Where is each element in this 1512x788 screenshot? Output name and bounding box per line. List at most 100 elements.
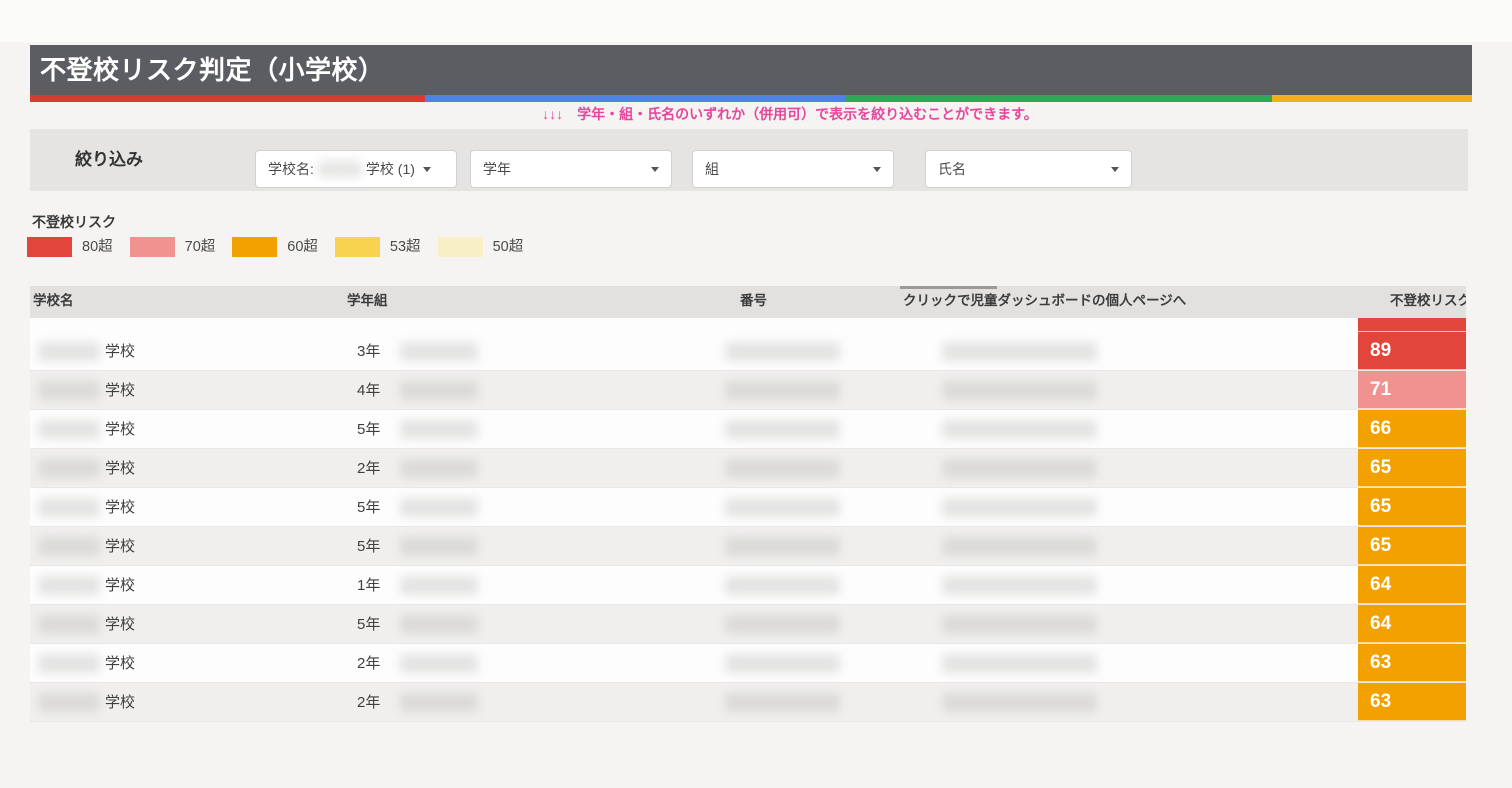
partial-scrolled-row xyxy=(30,318,1466,332)
school-cell: 学校 xyxy=(105,410,135,449)
redacted-text xyxy=(38,498,100,517)
redacted-text xyxy=(725,420,840,439)
legend-label: 60超 xyxy=(287,237,318,257)
filter-hint-text: ↓↓↓ 学年・組・氏名のいずれか（併用可）で表示を絞り込むことができます。 xyxy=(100,104,1480,124)
redacted-text xyxy=(38,654,100,673)
legend-label: 50超 xyxy=(493,237,524,257)
legend-swatch-red xyxy=(27,237,72,257)
chevron-down-icon xyxy=(1111,167,1119,172)
school-cell: 学校 xyxy=(105,566,135,605)
table-row[interactable]: 学校 1年 64 xyxy=(30,566,1466,605)
header-risk: 不登校リスク xyxy=(1390,286,1466,316)
table-row[interactable]: 学校 2年 65 xyxy=(30,449,1466,488)
redacted-text xyxy=(400,420,478,439)
redacted-text xyxy=(38,537,100,556)
stripe-segment-green xyxy=(845,95,1272,102)
redacted-text xyxy=(38,420,100,439)
redacted-text xyxy=(400,498,478,517)
stripe-segment-blue xyxy=(425,95,845,102)
risk-score-cell xyxy=(1358,318,1466,332)
grade-cell: 3年 xyxy=(357,332,380,371)
legend-item: 53超 xyxy=(335,237,421,257)
redacted-text xyxy=(38,693,100,712)
legend-title: 不登校リスク xyxy=(32,212,116,232)
grade-cell: 2年 xyxy=(357,683,380,722)
table-row[interactable]: 学校 5年 65 xyxy=(30,488,1466,527)
legend-item: 80超 xyxy=(27,237,113,257)
risk-score-cell: 71 xyxy=(1358,371,1466,409)
school-cell: 学校 xyxy=(105,527,135,566)
redacted-text xyxy=(725,498,840,517)
redacted-text xyxy=(942,693,1097,712)
redacted-text xyxy=(400,654,478,673)
table-row[interactable]: 学校 5年 66 xyxy=(30,410,1466,449)
header-dashboard-link: クリックで児童ダッシュボードの個人ページへ xyxy=(903,286,1186,316)
table-row[interactable]: 学校 4年 71 xyxy=(30,371,1466,410)
redacted-text xyxy=(725,654,840,673)
legend-swatch-cream xyxy=(438,237,483,257)
chevron-down-icon xyxy=(423,167,431,172)
redacted-text xyxy=(725,459,840,478)
grade-dropdown[interactable]: 学年 xyxy=(470,150,672,188)
risk-score-cell: 63 xyxy=(1358,644,1466,682)
header-grade-class: 学年組 xyxy=(347,286,388,316)
table-row[interactable]: 学校 5年 65 xyxy=(30,527,1466,566)
table-row[interactable]: 学校 5年 64 xyxy=(30,605,1466,644)
page-title: 不登校リスク判定（小学校） xyxy=(30,45,1472,95)
redacted-text xyxy=(942,498,1097,517)
stripe-segment-yellow xyxy=(1272,95,1472,102)
legend-label: 70超 xyxy=(185,237,216,257)
redacted-text xyxy=(942,420,1097,439)
legend-label: 53超 xyxy=(390,237,421,257)
redacted-school-name xyxy=(318,161,362,177)
header-school-name: 学校名 xyxy=(33,286,74,316)
school-dropdown-label: 学校名: xyxy=(268,159,314,179)
redacted-text xyxy=(725,381,840,400)
school-dropdown-value: 学校 (1) xyxy=(366,159,415,179)
legend-swatch-pink xyxy=(130,237,175,257)
chevron-down-icon xyxy=(873,167,881,172)
header-number: 番号 xyxy=(740,286,767,316)
redacted-text xyxy=(942,459,1097,478)
redacted-text xyxy=(400,342,478,361)
risk-score-cell: 66 xyxy=(1358,410,1466,448)
risk-score-cell: 89 xyxy=(1358,332,1466,370)
grade-cell: 5年 xyxy=(357,605,380,644)
redacted-text xyxy=(400,576,478,595)
legend-item: 70超 xyxy=(130,237,216,257)
legend-item: 50超 xyxy=(438,237,524,257)
table-row[interactable]: 学校 3年 89 xyxy=(30,332,1466,371)
class-dropdown-label: 組 xyxy=(705,159,719,179)
redacted-text xyxy=(942,654,1097,673)
table-row[interactable]: 学校 2年 63 xyxy=(30,683,1466,722)
header-link-underline xyxy=(900,286,997,289)
table-row[interactable]: 学校 2年 63 xyxy=(30,644,1466,683)
name-dropdown[interactable]: 氏名 xyxy=(925,150,1132,188)
grade-cell: 4年 xyxy=(357,371,380,410)
legend-label: 80超 xyxy=(82,237,113,257)
redacted-text xyxy=(400,693,478,712)
grade-cell: 2年 xyxy=(357,449,380,488)
school-cell: 学校 xyxy=(105,644,135,683)
redacted-text xyxy=(38,615,100,634)
risk-score-cell: 64 xyxy=(1358,566,1466,604)
school-name-dropdown[interactable]: 学校名: 学校 (1) xyxy=(255,150,457,188)
grade-cell: 5年 xyxy=(357,488,380,527)
table-header-row: 学校名 学年組 番号 クリックで児童ダッシュボードの個人ページへ 不登校リスク xyxy=(30,286,1466,318)
risk-score-cell: 65 xyxy=(1358,488,1466,526)
school-cell: 学校 xyxy=(105,488,135,527)
risk-score-cell: 65 xyxy=(1358,449,1466,487)
school-cell: 学校 xyxy=(105,605,135,644)
redacted-text xyxy=(725,537,840,556)
grade-dropdown-label: 学年 xyxy=(483,159,511,179)
legend-item: 60超 xyxy=(232,237,318,257)
redacted-text xyxy=(38,342,100,361)
grade-cell: 1年 xyxy=(357,566,380,605)
redacted-text xyxy=(400,537,478,556)
risk-score-cell: 63 xyxy=(1358,683,1466,721)
class-dropdown[interactable]: 組 xyxy=(692,150,894,188)
school-cell: 学校 xyxy=(105,683,135,722)
school-cell: 学校 xyxy=(105,332,135,371)
school-cell: 学校 xyxy=(105,371,135,410)
name-dropdown-label: 氏名 xyxy=(938,159,966,179)
